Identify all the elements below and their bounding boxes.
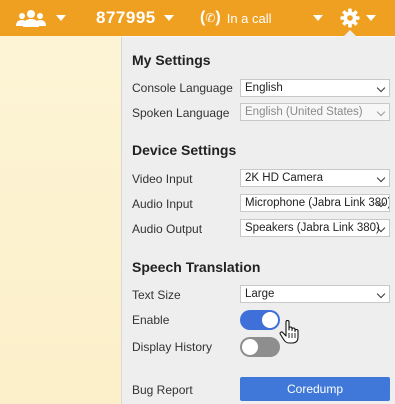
people-menu-button[interactable] (16, 0, 66, 36)
audio-output-label: Audio Output (132, 222, 203, 236)
toggle-knob (262, 312, 278, 328)
video-input-label: Video Input (132, 172, 193, 186)
spoken-language-select[interactable]: English (United States) (240, 103, 390, 121)
display-history-toggle[interactable] (240, 337, 280, 357)
text-size-label: Text Size (132, 288, 181, 302)
enable-label: Enable (132, 313, 170, 327)
chevron-down-icon (376, 107, 386, 117)
call-status-text: In a call (226, 10, 272, 26)
hand-cursor-icon (279, 320, 299, 344)
chevron-down-icon (163, 15, 174, 21)
video-input-select[interactable]: 2K HD Camera (240, 169, 390, 187)
chevron-down-icon (313, 15, 323, 21)
display-history-label: Display History (132, 340, 213, 354)
chevron-down-icon (366, 15, 376, 21)
background-panel (0, 36, 121, 404)
text-size-value: Large (245, 288, 275, 300)
chevron-down-icon (376, 173, 386, 183)
console-language-select[interactable]: English (240, 79, 390, 97)
toggle-knob (242, 339, 258, 355)
speech-translation-title: Speech Translation (132, 259, 261, 275)
enable-toggle[interactable] (240, 310, 280, 330)
chevron-down-icon (376, 289, 386, 299)
audio-output-select[interactable]: Speakers (Jabra Link 380) (240, 219, 390, 237)
phone-icon: (✆) (200, 9, 221, 26)
people-icon (16, 10, 46, 27)
my-settings-title: My Settings (132, 52, 211, 68)
console-language-value: English (245, 82, 283, 94)
extension-number: 877995 (96, 8, 156, 27)
chevron-down-icon (56, 15, 66, 21)
call-menu-button[interactable] (313, 0, 323, 36)
call-status: (✆) In a call (200, 0, 272, 36)
bug-report-label: Bug Report (132, 383, 193, 397)
number-menu-button[interactable]: 877995 (96, 0, 174, 36)
audio-input-value: Microphone (Jabra Link 380) (245, 197, 390, 209)
console-language-label: Console Language (132, 81, 233, 95)
gear-icon (340, 8, 360, 28)
audio-input-label: Audio Input (132, 197, 193, 211)
top-bar: 877995 (✆) In a call (0, 0, 395, 36)
text-size-select[interactable]: Large (240, 285, 390, 303)
spoken-language-value: English (United States) (245, 106, 363, 118)
chevron-down-icon (376, 83, 386, 93)
spoken-language-label: Spoken Language (132, 106, 230, 120)
settings-dropdown: My Settings Console Language English Spo… (121, 37, 395, 404)
audio-output-value: Speakers (Jabra Link 380) (245, 222, 380, 234)
audio-input-select[interactable]: Microphone (Jabra Link 380) (240, 194, 390, 212)
coredump-button[interactable]: Coredump (240, 377, 390, 401)
device-settings-title: Device Settings (132, 142, 237, 158)
video-input-value: 2K HD Camera (245, 172, 323, 184)
dropdown-pointer (343, 30, 357, 37)
